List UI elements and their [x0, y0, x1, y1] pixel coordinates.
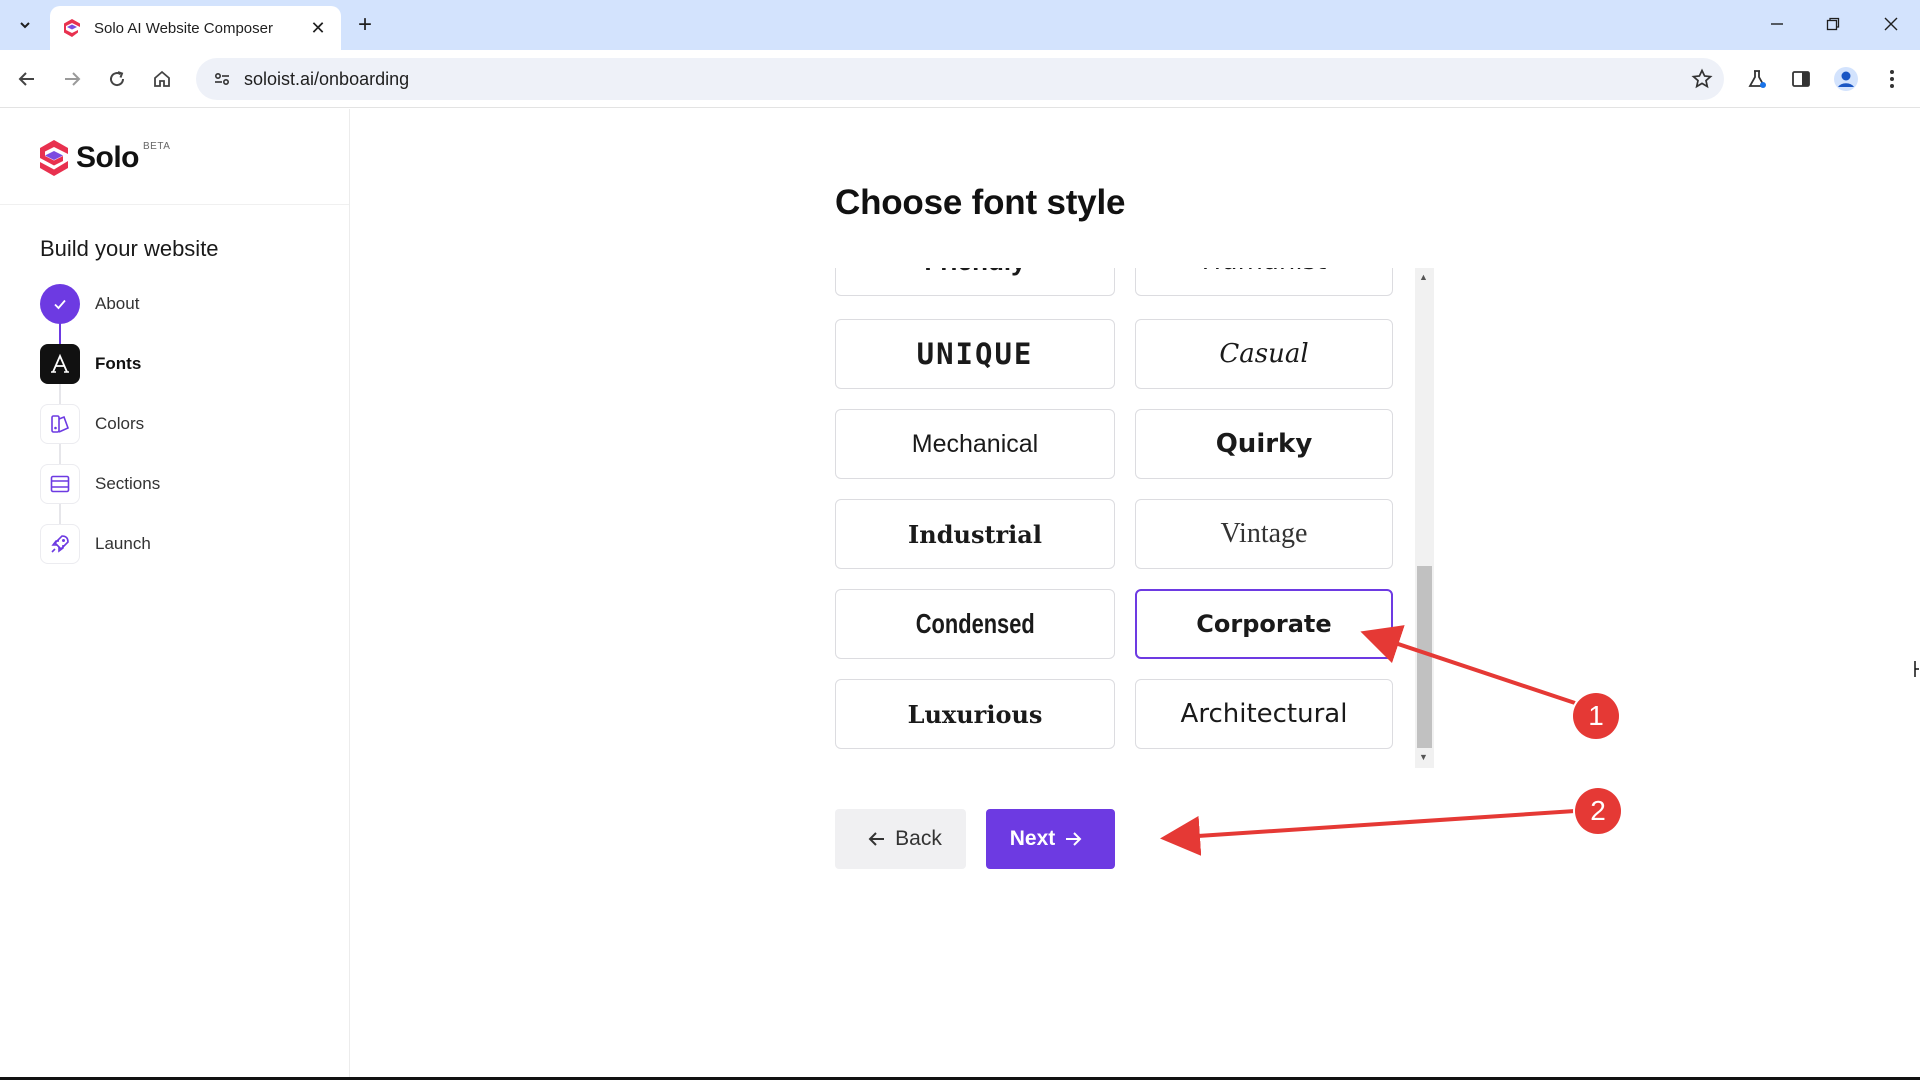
solo-logo-icon — [40, 140, 68, 176]
font-list-scrollbar[interactable]: ▲ ▼ — [1415, 268, 1434, 768]
step-label: Fonts — [95, 354, 142, 373]
font-option-label: Casual — [1219, 339, 1309, 369]
profile-button[interactable] — [1829, 62, 1863, 96]
scroll-down-arrow-icon[interactable]: ▼ — [1419, 752, 1428, 762]
chevron-down-icon — [20, 22, 30, 29]
scroll-up-arrow-icon[interactable]: ▲ — [1419, 272, 1428, 282]
step-label: Launch — [95, 534, 151, 553]
step-label: Sections — [95, 474, 161, 493]
font-option-label: Luxurious — [907, 699, 1043, 729]
sidebar-step-launch[interactable]: Launch — [40, 524, 151, 564]
restore-button[interactable] — [1808, 6, 1858, 42]
font-option-corporate[interactable]: Corporate — [1135, 589, 1393, 659]
avatar-icon — [1834, 67, 1858, 91]
font-option-luxurious[interactable]: Luxurious — [835, 679, 1115, 749]
new-tab-button[interactable]: + — [350, 10, 380, 40]
home-button[interactable] — [145, 62, 179, 96]
font-option-architectural[interactable]: Architectural — [1135, 679, 1393, 749]
close-window-button[interactable] — [1866, 6, 1916, 42]
font-option-friendly[interactable]: Friendly — [835, 268, 1115, 296]
font-option-label: Friendly — [924, 268, 1025, 277]
font-option-casual[interactable]: Casual — [1135, 319, 1393, 389]
annotation-badge-1: 1 — [1573, 693, 1619, 739]
tab-close-icon[interactable]: ✕ — [307, 18, 329, 39]
forward-nav-button[interactable] — [55, 62, 89, 96]
tab-title: Solo AI Website Composer — [94, 19, 273, 37]
sidebar: Solo BETA Build your website — [0, 109, 350, 1080]
font-option-label: Corporate — [1196, 610, 1332, 638]
annotation-arrow-2 — [1160, 809, 1576, 856]
sidebar-step-sections[interactable]: Sections — [40, 464, 160, 504]
browser-tab[interactable]: Solo AI Website Composer ✕ — [50, 6, 341, 50]
font-option-mechanical[interactable]: Mechanical — [835, 409, 1115, 479]
browser-toolbar: soloist.ai/onboarding — [0, 50, 1920, 108]
reload-icon — [110, 71, 125, 87]
sidebar-heading: Build your website — [40, 236, 219, 261]
flask-icon — [1748, 70, 1766, 88]
arrow-right-icon — [1063, 829, 1083, 849]
beta-badge: BETA — [143, 141, 171, 152]
font-option-vintage[interactable]: Vintage — [1135, 499, 1393, 569]
arrow-right-icon — [65, 72, 81, 86]
logo-text: Solo — [76, 141, 140, 174]
scrollbar-thumb[interactable] — [1417, 566, 1432, 748]
annotation-badge-2: 2 — [1575, 788, 1621, 834]
step-label: About — [95, 294, 140, 313]
side-panel-button[interactable] — [1784, 62, 1818, 96]
back-nav-button[interactable] — [10, 62, 44, 96]
close-icon — [1884, 17, 1898, 31]
divider — [0, 204, 349, 205]
arrow-left-icon — [18, 72, 34, 86]
tab-search-button[interactable] — [10, 10, 40, 40]
bookmark-star-icon[interactable] — [1680, 68, 1724, 90]
sidebar-step-about[interactable]: About — [40, 284, 139, 324]
sidebar-step-colors[interactable]: Colors — [40, 404, 144, 444]
font-option-humanist[interactable]: Humanist — [1135, 268, 1393, 296]
font-option-label: Condensed — [915, 608, 1035, 639]
font-icon — [40, 344, 80, 384]
next-button[interactable]: Next — [986, 809, 1115, 869]
side-panel-icon — [1792, 71, 1810, 87]
arrow-left-icon — [867, 829, 887, 849]
font-option-quirky[interactable]: Quirky — [1135, 409, 1393, 479]
font-option-unique[interactable]: UNIQUE — [835, 319, 1115, 389]
address-bar[interactable]: soloist.ai/onboarding — [196, 58, 1724, 100]
font-option-label: Architectural — [1180, 699, 1348, 729]
minimize-button[interactable] — [1752, 6, 1802, 42]
check-icon — [40, 284, 80, 324]
kebab-menu-icon — [1890, 70, 1894, 88]
logo[interactable]: Solo BETA — [38, 139, 170, 177]
rocket-icon — [40, 524, 80, 564]
palette-icon — [40, 404, 80, 444]
mouse-cursor-icon — [1914, 661, 1919, 677]
font-option-label: UNIQUE — [916, 337, 1034, 371]
browser-tab-bar: Solo AI Website Composer ✕ + — [0, 0, 1920, 50]
font-option-label: Mechanical — [911, 429, 1039, 458]
font-option-label: Industrial — [908, 519, 1042, 549]
font-option-label: Vintage — [1220, 518, 1308, 549]
minimize-icon — [1771, 23, 1783, 25]
labs-button[interactable] — [1740, 62, 1774, 96]
font-option-label: Humanist — [1202, 268, 1327, 276]
page-title: Choose font style — [835, 183, 1126, 222]
font-option-condensed[interactable]: Condensed — [835, 589, 1115, 659]
site-info-icon[interactable] — [202, 69, 242, 89]
home-icon — [154, 70, 170, 87]
sidebar-step-fonts[interactable]: Fonts — [40, 344, 141, 384]
restore-icon — [1826, 17, 1840, 31]
reload-button[interactable] — [100, 62, 134, 96]
font-option-label: Quirky — [1215, 429, 1313, 459]
step-label: Colors — [95, 414, 145, 433]
browser-menu-button[interactable] — [1875, 62, 1909, 96]
next-button-label: Next — [1009, 827, 1056, 850]
url-text[interactable]: soloist.ai/onboarding — [244, 69, 1680, 90]
font-option-industrial[interactable]: Industrial — [835, 499, 1115, 569]
solo-favicon-icon — [64, 19, 80, 37]
back-button[interactable]: Back — [835, 809, 966, 869]
font-options-list[interactable]: Friendly Humanist UNIQUE Casual Mechanic… — [820, 268, 1435, 768]
sections-icon — [40, 464, 80, 504]
back-button-label: Back — [895, 827, 942, 850]
